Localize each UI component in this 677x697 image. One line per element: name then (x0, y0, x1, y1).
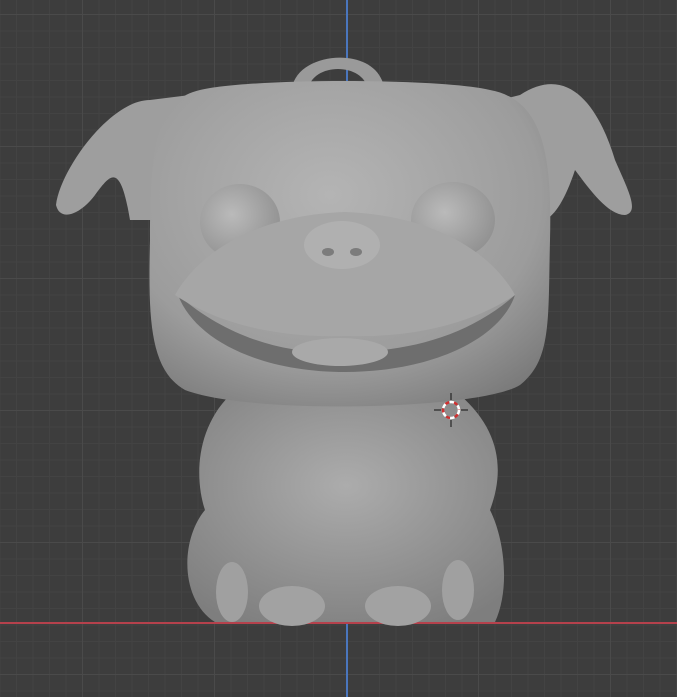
front-paw-right (365, 586, 431, 626)
tongue (292, 338, 388, 366)
nostril-left (322, 248, 334, 256)
back-paw-right (442, 560, 474, 620)
front-paw-left (259, 586, 325, 626)
nose (304, 221, 380, 269)
back-paw-left (216, 562, 248, 622)
sculpt-model[interactable] (0, 0, 677, 697)
nostril-right (350, 248, 362, 256)
3d-viewport[interactable] (0, 0, 677, 697)
